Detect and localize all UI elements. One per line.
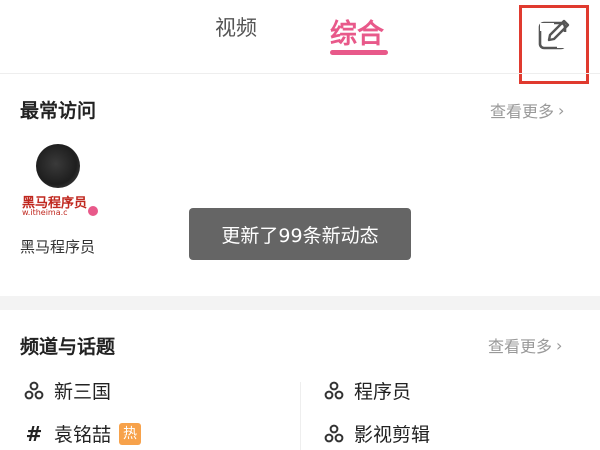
channel-icon <box>324 424 344 442</box>
channel-label: 新三国 <box>54 381 112 403</box>
column-divider <box>300 382 301 450</box>
channel-label: 程序员 <box>354 381 412 403</box>
top-tab-bar: 视频 综合 <box>0 0 600 84</box>
channel-icon <box>24 381 44 399</box>
new-update-dot <box>88 206 98 216</box>
recent-more-label: 查看更多 <box>490 102 555 121</box>
channel-icon <box>324 381 344 399</box>
topic-label: 袁铭喆 <box>54 424 112 446</box>
channel-item[interactable]: 程序员 <box>324 377 411 404</box>
hashtag-icon: # <box>25 421 43 446</box>
channel-item[interactable]: 新三国 <box>24 377 111 404</box>
edit-icon <box>538 19 570 50</box>
tab-video[interactable]: 视频 <box>215 12 257 42</box>
chevron-right-icon: › <box>558 100 565 120</box>
channels-section-title: 频道与话题 <box>20 336 116 358</box>
recent-item-name[interactable]: 黑马程序员 <box>20 236 95 257</box>
active-tab-indicator <box>330 50 388 55</box>
avatar[interactable]: 黑马程序员 w.itheima.c <box>18 140 102 220</box>
horse-logo-icon <box>36 144 80 188</box>
tab-comprehensive[interactable]: 综合 <box>330 12 384 51</box>
chevron-right-icon: › <box>556 335 563 355</box>
channel-item[interactable]: 影视剪辑 <box>324 420 430 447</box>
header-divider <box>0 73 600 74</box>
channels-more-link[interactable]: 查看更多 › <box>488 333 562 357</box>
channels-more-label: 查看更多 <box>488 337 553 356</box>
section-divider <box>0 296 600 310</box>
recent-more-link[interactable]: 查看更多 › <box>490 98 564 122</box>
avatar-url-text: w.itheima.c <box>22 208 68 217</box>
update-toast: 更新了99条新动态 <box>189 208 411 260</box>
recent-section-title: 最常访问 <box>20 100 97 122</box>
channel-label: 影视剪辑 <box>354 424 431 446</box>
topic-item[interactable]: # 袁铭喆 热 <box>24 420 142 447</box>
hot-badge: 热 <box>119 422 142 445</box>
